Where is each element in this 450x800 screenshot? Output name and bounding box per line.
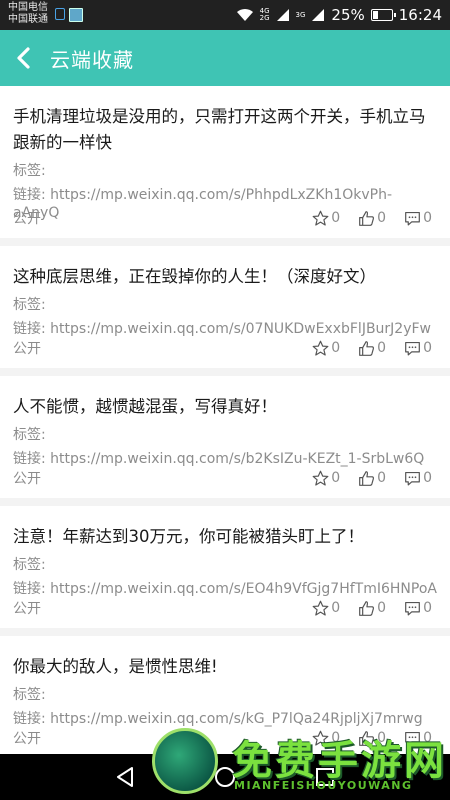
like-count: 0 [377, 600, 387, 616]
visibility-label: 公开 [13, 341, 41, 357]
comment-button[interactable]: 0 [404, 600, 432, 617]
star-icon [312, 470, 329, 486]
status-right: 4G 2G 3G 25% 16:24 [236, 0, 442, 30]
wifi-icon [236, 8, 253, 21]
item-footer: 公开 0 0 0 [13, 208, 432, 228]
item-tags: 标签: [13, 163, 46, 179]
clock: 16:24 [398, 6, 442, 24]
star-button[interactable]: 0 [312, 600, 340, 617]
watermark-subtext: MIANFEISHOUYOUWANG [234, 779, 413, 792]
comment-icon [405, 601, 420, 615]
item-footer: 公开 0 0 0 [13, 338, 432, 358]
item-link[interactable]: 链接: https://mp.weixin.qq.com/s/EO4h9VfGj… [13, 580, 437, 598]
item-footer: 公开 0 0 0 [13, 598, 432, 618]
chevron-left-icon [17, 47, 30, 69]
comment-icon [405, 341, 420, 355]
network-type-1: 4G 2G [260, 8, 270, 22]
item-link[interactable]: 链接: https://mp.weixin.qq.com/s/b2KsIZu-K… [13, 450, 437, 468]
visibility-label: 公开 [13, 471, 41, 487]
like-button[interactable]: 0 [358, 210, 386, 227]
list-item[interactable]: 这种底层思维，正在毁掉你的人生！（深度好文） 标签: 链接: https://m… [0, 246, 450, 368]
star-count: 0 [331, 340, 341, 356]
star-button[interactable]: 0 [312, 340, 340, 357]
item-tags: 标签: [13, 687, 46, 703]
item-tags: 标签: [13, 297, 46, 313]
signal-icon-2 [312, 9, 325, 21]
comment-count: 0 [423, 210, 432, 226]
notification-icons [55, 8, 83, 22]
item-title[interactable]: 人不能惯，越惯越混蛋，写得真好！ [13, 394, 437, 420]
star-count: 0 [331, 210, 341, 226]
carrier-names: 中国电信 中国联通 [8, 2, 48, 26]
back-button[interactable] [0, 30, 46, 86]
item-title[interactable]: 这种底层思维，正在毁掉你的人生！（深度好文） [13, 264, 437, 290]
battery-fill [372, 11, 378, 19]
item-tags: 标签: [13, 427, 46, 443]
list-item[interactable]: 注意！年薪达到30万元，你可能被猎头盯上了！ 标签: 链接: https://m… [0, 506, 450, 628]
watermark-logo-icon [152, 728, 218, 794]
comment-count: 0 [423, 600, 432, 616]
star-button[interactable]: 0 [312, 470, 340, 487]
comment-button[interactable]: 0 [404, 210, 432, 227]
thumbs-up-icon [359, 600, 375, 616]
lock-icon [55, 8, 65, 20]
like-count: 0 [377, 340, 387, 356]
comment-count: 0 [423, 470, 432, 486]
list-item[interactable]: 人不能惯，越惯越混蛋，写得真好！ 标签: 链接: https://mp.weix… [0, 376, 450, 498]
watermark-text: 免费手游网 [232, 738, 447, 784]
watermark: 免费手游网 MIANFEISHOUYOUWANG [150, 726, 450, 800]
network-type-2: 3G [295, 10, 306, 19]
like-count: 0 [377, 470, 387, 486]
image-notification-icon [69, 8, 83, 22]
comment-count: 0 [423, 340, 432, 356]
item-tags: 标签: [13, 557, 46, 573]
network-label-2g: 2G [259, 14, 270, 22]
status-bar: 中国电信 中国联通 4G 2G 3G 25% 16:24 [0, 0, 450, 30]
comment-button[interactable]: 0 [404, 340, 432, 357]
item-link[interactable]: 链接: https://mp.weixin.qq.com/s/07NUKDwEx… [13, 320, 437, 338]
comment-icon [405, 471, 420, 485]
nav-back-button[interactable] [110, 762, 140, 792]
like-count: 0 [377, 210, 387, 226]
carrier-1: 中国电信 [8, 2, 48, 13]
star-icon [312, 210, 329, 226]
battery-percent: 25% [331, 6, 365, 24]
thumbs-up-icon [359, 210, 375, 226]
thumbs-up-icon [359, 470, 375, 486]
signal-icon [276, 9, 289, 21]
app-bar: 云端收藏 [0, 30, 450, 86]
star-icon [312, 340, 329, 356]
comment-button[interactable]: 0 [404, 470, 432, 487]
star-icon [312, 600, 329, 616]
star-count: 0 [331, 600, 341, 616]
comment-icon [405, 211, 420, 225]
list-item[interactable]: 手机清理垃圾是没用的，只需打开这两个开关，手机立马跟新的一样快 标签: 链接: … [0, 86, 450, 238]
item-title[interactable]: 你最大的敌人，是惯性思维! [13, 654, 437, 680]
carrier-2: 中国联通 [8, 14, 48, 25]
visibility-label: 公开 [13, 211, 41, 227]
favorites-list[interactable]: 手机清理垃圾是没用的，只需打开这两个开关，手机立马跟新的一样快 标签: 链接: … [0, 86, 450, 754]
like-button[interactable]: 0 [358, 600, 386, 617]
star-count: 0 [331, 470, 341, 486]
like-button[interactable]: 0 [358, 340, 386, 357]
like-button[interactable]: 0 [358, 470, 386, 487]
star-button[interactable]: 0 [312, 210, 340, 227]
visibility-label: 公开 [13, 601, 41, 617]
item-title[interactable]: 注意！年薪达到30万元，你可能被猎头盯上了！ [13, 524, 437, 550]
item-footer: 公开 0 0 0 [13, 468, 432, 488]
page-title: 云端收藏 [50, 47, 134, 72]
triangle-back-icon [117, 767, 133, 787]
battery-icon [370, 9, 396, 21]
thumbs-up-icon [359, 340, 375, 356]
item-title[interactable]: 手机清理垃圾是没用的，只需打开这两个开关，手机立马跟新的一样快 [13, 104, 437, 156]
